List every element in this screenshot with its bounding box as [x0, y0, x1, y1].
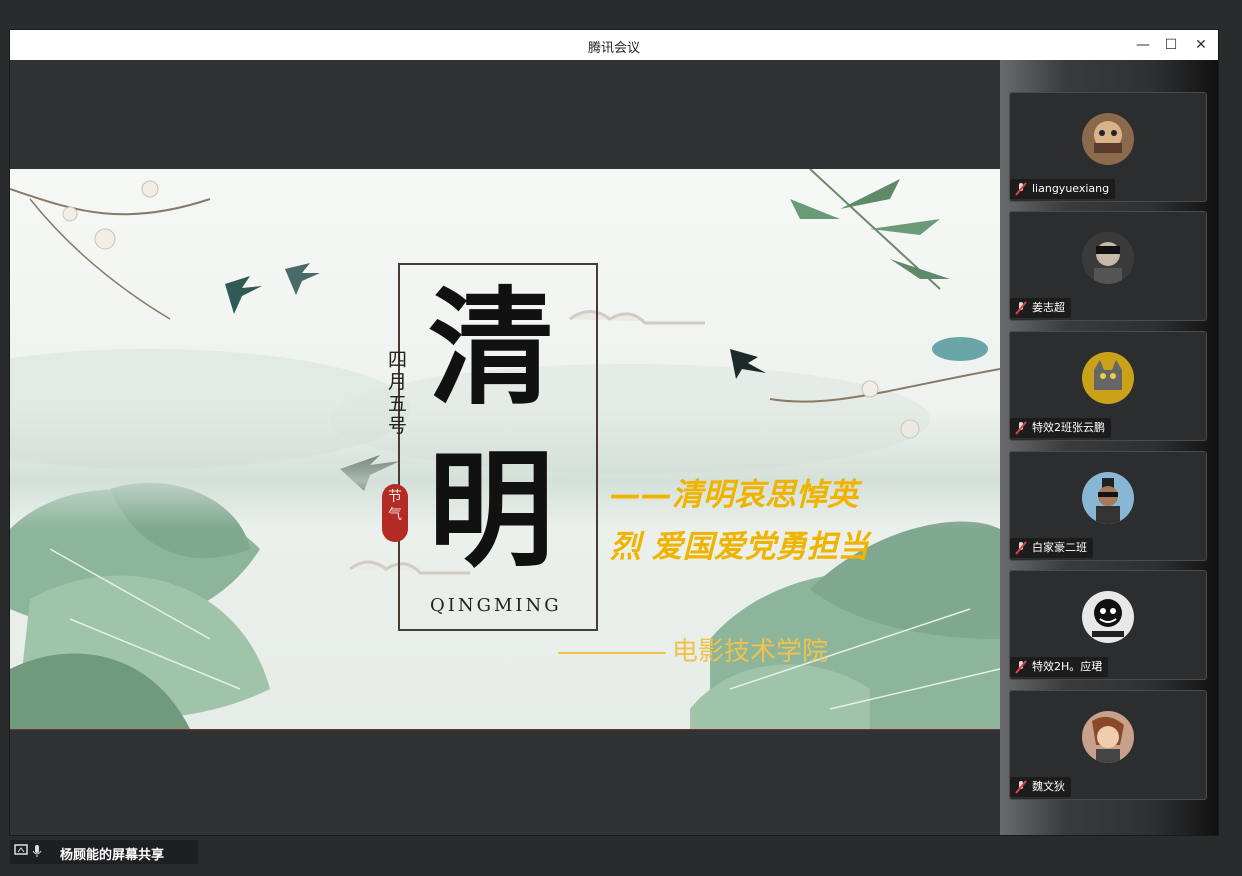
avatar: [1082, 591, 1134, 643]
title-char-ming: 明: [428, 436, 554, 584]
title-bar[interactable]: 腾讯会议 — ☐ ✕: [10, 30, 1218, 61]
avatar: [1082, 232, 1134, 284]
mic-muted-icon: [1015, 780, 1027, 794]
participant-name: 白家豪二班: [1032, 541, 1087, 554]
participant-name-tag: 姜志超: [1010, 298, 1071, 318]
mic-muted-icon: [1015, 541, 1027, 555]
participant-name-tag: 特效2H。应珺: [1010, 657, 1109, 677]
minimize-button[interactable]: —: [1132, 35, 1154, 55]
screen-share-text: 杨顾能的屏幕共享: [60, 848, 165, 863]
date-char: 五: [388, 393, 408, 415]
participant-name: 魏文狄: [1032, 780, 1065, 793]
meeting-window: 腾讯会议 — ☐ ✕ 清 明 四 月 五 号 节 气 QINGMING ——清明…: [10, 30, 1218, 864]
date-char: 四: [388, 349, 408, 371]
window-title: 腾讯会议: [587, 41, 640, 56]
date-char: 月: [388, 371, 408, 393]
screen-share-icon: [14, 844, 28, 861]
avatar: [1082, 711, 1134, 763]
participant-tile[interactable]: 姜志超: [1009, 211, 1207, 321]
participant-name-tag: 魏文狄: [1010, 777, 1071, 797]
close-button[interactable]: ✕: [1190, 35, 1212, 55]
participant-name-tag: 特效2班张云鹏: [1010, 418, 1111, 438]
avatar: [1082, 352, 1134, 404]
date-vertical-text: 四 月 五 号: [388, 349, 410, 437]
shared-slide: 清 明 四 月 五 号 节 气 QINGMING ——清明哀思悼英 烈 爱国爱党…: [10, 169, 1000, 730]
screen-share-indicator[interactable]: 杨顾能的屏幕共享: [10, 840, 198, 864]
participant-tile[interactable]: 白家豪二班: [1009, 451, 1207, 561]
participant-tile[interactable]: 特效2H。应珺: [1009, 570, 1207, 680]
mic-muted-icon: [1015, 301, 1027, 315]
date-char: 号: [388, 415, 408, 437]
participant-tile[interactable]: 特效2班张云鹏: [1009, 331, 1207, 441]
participant-tile[interactable]: liangyuexiang: [1009, 92, 1207, 202]
slogan-line-1: ——清明哀思悼英: [610, 477, 858, 513]
participant-name-tag: 白家豪二班: [1010, 538, 1093, 558]
participant-name: 特效2班张云鹏: [1032, 421, 1105, 434]
participant-panel: liangyuexiang 姜志超 特效2班张云鹏 白家豪二班 特效2H。应珺 …: [1000, 60, 1218, 835]
pinyin-label: QINGMING: [430, 595, 562, 616]
avatar: [1082, 472, 1134, 524]
seal-char: 气: [388, 507, 402, 523]
mic-muted-icon: [1015, 660, 1027, 674]
mic-muted-icon: [1015, 421, 1027, 435]
shared-screen-area: 清 明 四 月 五 号 节 气 QINGMING ——清明哀思悼英 烈 爱国爱党…: [10, 60, 1000, 864]
school-name: 电影技术学院: [672, 637, 829, 667]
slogan-line-2: 烈 爱国爱党勇担当: [610, 529, 869, 565]
participant-name-tag: liangyuexiang: [1010, 179, 1116, 199]
maximize-button[interactable]: ☐: [1160, 35, 1182, 55]
seal-char: 节: [388, 489, 402, 505]
title-char-qing: 清: [428, 274, 554, 422]
participant-name: liangyuexiang: [1032, 182, 1110, 195]
participant-name: 特效2H。应珺: [1032, 660, 1103, 673]
participant-name: 姜志超: [1032, 301, 1065, 314]
school-dash-line: [558, 651, 666, 654]
microphone-icon[interactable]: [32, 844, 42, 862]
mic-muted-icon: [1015, 182, 1027, 196]
participant-tile[interactable]: 魏文狄: [1009, 690, 1207, 800]
avatar: [1082, 113, 1134, 165]
seal-stamp: 节 气: [382, 484, 408, 542]
school-label: 电影技术学院: [558, 631, 828, 668]
